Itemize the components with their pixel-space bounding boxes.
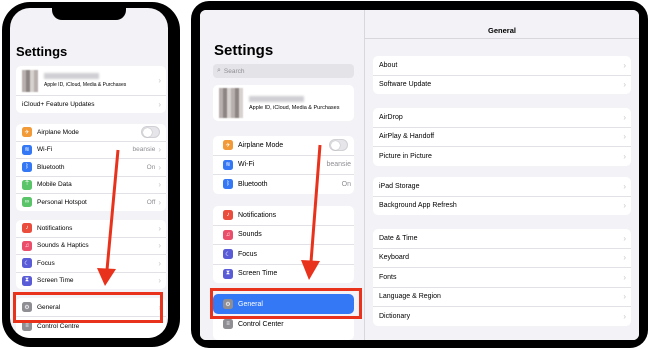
arrow-head-tablet — [301, 260, 320, 280]
arrow-line-tablet — [309, 144, 322, 263]
arrow-head-phone — [97, 268, 116, 286]
arrow-line-phone — [105, 149, 120, 271]
annotation-arrows — [97, 144, 322, 286]
